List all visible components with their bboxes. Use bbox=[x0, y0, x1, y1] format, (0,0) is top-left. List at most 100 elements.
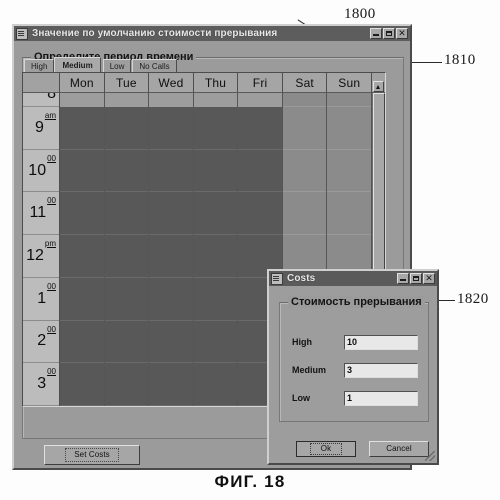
slot-tue-2[interactable] bbox=[104, 320, 149, 364]
figure-root: 1800 1810 1820 Значение по умолчанию сто… bbox=[0, 0, 500, 500]
tab-high-label: High bbox=[31, 61, 48, 71]
cancel-button-label: Cancel bbox=[386, 444, 412, 453]
time-hour-9: 9 bbox=[34, 118, 44, 136]
maximize-button[interactable] bbox=[383, 28, 395, 39]
slot-wed-9[interactable] bbox=[149, 107, 193, 150]
tab-no-calls-label: No Calls bbox=[139, 61, 170, 71]
costs-dialog-titlebar[interactable]: Costs ✕ bbox=[269, 271, 437, 286]
slot-tue-12[interactable] bbox=[104, 235, 149, 278]
slot-tue-10[interactable] bbox=[104, 149, 149, 193]
slot-sat-9[interactable] bbox=[282, 107, 327, 150]
time-cell-8: 8 bbox=[23, 93, 59, 107]
costs-close-button[interactable]: ✕ bbox=[423, 273, 435, 284]
day-header-wed[interactable]: Wed bbox=[149, 73, 194, 93]
scrollbar-thumb[interactable] bbox=[373, 93, 385, 298]
costs-dialog: Costs ✕ Стоимость прерывания High 10 Med… bbox=[267, 269, 439, 465]
slot-mon-8[interactable] bbox=[60, 93, 104, 107]
day-column-mon[interactable] bbox=[60, 93, 105, 406]
main-window-titlebar[interactable]: Значение по умолчанию стоимости прерыван… bbox=[14, 26, 410, 41]
slot-mon-3[interactable] bbox=[60, 363, 104, 406]
slot-thu-12[interactable] bbox=[193, 235, 238, 278]
field-row-medium: Medium 3 bbox=[292, 362, 418, 378]
time-hour-1: 1 bbox=[37, 289, 47, 307]
time-hour-2: 2 bbox=[37, 332, 47, 350]
slot-sat-11[interactable] bbox=[282, 192, 327, 236]
slot-tue-1[interactable] bbox=[104, 277, 149, 321]
window-menu-icon[interactable] bbox=[16, 27, 28, 40]
costs-maximize-button[interactable] bbox=[410, 273, 422, 284]
slot-mon-2[interactable] bbox=[60, 320, 104, 364]
tab-high[interactable]: High bbox=[24, 59, 55, 72]
day-column-tue[interactable] bbox=[104, 93, 150, 406]
slot-wed-12[interactable] bbox=[149, 235, 193, 278]
tab-no-calls[interactable]: No Calls bbox=[132, 59, 177, 72]
costs-window-menu-icon[interactable] bbox=[271, 272, 283, 285]
medium-label: Medium bbox=[292, 365, 327, 375]
slot-sun-10[interactable] bbox=[327, 149, 372, 193]
slot-thu-8[interactable] bbox=[193, 93, 238, 107]
slot-thu-9[interactable] bbox=[193, 107, 238, 150]
slot-tue-11[interactable] bbox=[104, 192, 149, 236]
slot-mon-9[interactable] bbox=[60, 107, 104, 150]
set-costs-button[interactable]: Set Costs bbox=[44, 445, 140, 465]
slot-thu-11[interactable] bbox=[193, 192, 238, 236]
day-header-mon[interactable]: Mon bbox=[60, 73, 105, 93]
slot-thu-10[interactable] bbox=[193, 149, 238, 193]
time-suffix-11: 00 bbox=[47, 196, 56, 206]
scroll-up-arrow-icon[interactable] bbox=[373, 81, 385, 92]
slot-tue-3[interactable] bbox=[104, 363, 149, 406]
tab-medium[interactable]: Medium bbox=[54, 57, 101, 72]
resize-grip-icon[interactable] bbox=[425, 451, 435, 461]
slot-sun-8[interactable] bbox=[327, 93, 372, 107]
slot-thu-2[interactable] bbox=[193, 320, 238, 364]
day-header-sat[interactable]: Sat bbox=[282, 73, 328, 93]
slot-tue-9[interactable] bbox=[104, 107, 149, 150]
time-hour-8: 8 bbox=[47, 93, 56, 102]
day-header-fri[interactable]: Fri bbox=[238, 73, 283, 93]
slot-sun-9[interactable] bbox=[327, 107, 372, 150]
high-input[interactable]: 10 bbox=[344, 334, 418, 350]
high-label: High bbox=[292, 337, 312, 347]
low-input[interactable]: 1 bbox=[344, 390, 418, 406]
day-header-tue[interactable]: Tue bbox=[104, 73, 150, 93]
slot-wed-1[interactable] bbox=[149, 277, 193, 321]
slot-wed-11[interactable] bbox=[149, 192, 193, 236]
slot-fri-10[interactable] bbox=[238, 149, 282, 193]
slot-wed-3[interactable] bbox=[149, 363, 193, 406]
slot-wed-10[interactable] bbox=[149, 149, 193, 193]
slot-tue-8[interactable] bbox=[104, 93, 149, 107]
slot-mon-1[interactable] bbox=[60, 277, 104, 321]
slot-mon-11[interactable] bbox=[60, 192, 104, 236]
time-cell-3: 3 00 bbox=[23, 363, 59, 406]
medium-input[interactable]: 3 bbox=[344, 362, 418, 378]
costs-dialog-client: Стоимость прерывания High 10 Medium 3 Lo… bbox=[269, 286, 437, 463]
costs-minimize-button[interactable] bbox=[397, 273, 409, 284]
slot-sun-11[interactable] bbox=[327, 192, 372, 236]
minimize-button[interactable] bbox=[370, 28, 382, 39]
costs-close-icon: ✕ bbox=[425, 273, 433, 283]
callout-line-1820-h bbox=[437, 300, 455, 301]
slot-sat-10[interactable] bbox=[282, 149, 327, 193]
slot-thu-1[interactable] bbox=[193, 277, 238, 321]
tab-low[interactable]: Low bbox=[102, 59, 132, 72]
costs-groupbox: Стоимость прерывания High 10 Medium 3 Lo… bbox=[279, 296, 429, 422]
day-column-wed[interactable] bbox=[149, 93, 194, 406]
close-icon: ✕ bbox=[398, 28, 406, 38]
close-button[interactable]: ✕ bbox=[396, 28, 408, 39]
time-cell-1: 1 00 bbox=[23, 277, 59, 321]
slot-mon-12[interactable] bbox=[60, 235, 104, 278]
slot-thu-3[interactable] bbox=[193, 363, 238, 406]
slot-wed-2[interactable] bbox=[149, 320, 193, 364]
slot-mon-10[interactable] bbox=[60, 149, 104, 193]
day-column-thu[interactable] bbox=[193, 93, 239, 406]
ok-button[interactable]: Ok bbox=[296, 441, 356, 457]
slot-wed-8[interactable] bbox=[149, 93, 193, 107]
slot-sat-8[interactable] bbox=[282, 93, 327, 107]
slot-fri-9[interactable] bbox=[238, 107, 282, 150]
slot-fri-8[interactable] bbox=[238, 93, 282, 107]
day-header-thu[interactable]: Thu bbox=[193, 73, 239, 93]
slot-fri-11[interactable] bbox=[238, 192, 282, 236]
cancel-button[interactable]: Cancel bbox=[369, 441, 429, 457]
main-window-title: Значение по умолчанию стоимости прерыван… bbox=[32, 28, 278, 39]
day-header-sun[interactable]: Sun bbox=[327, 73, 373, 93]
